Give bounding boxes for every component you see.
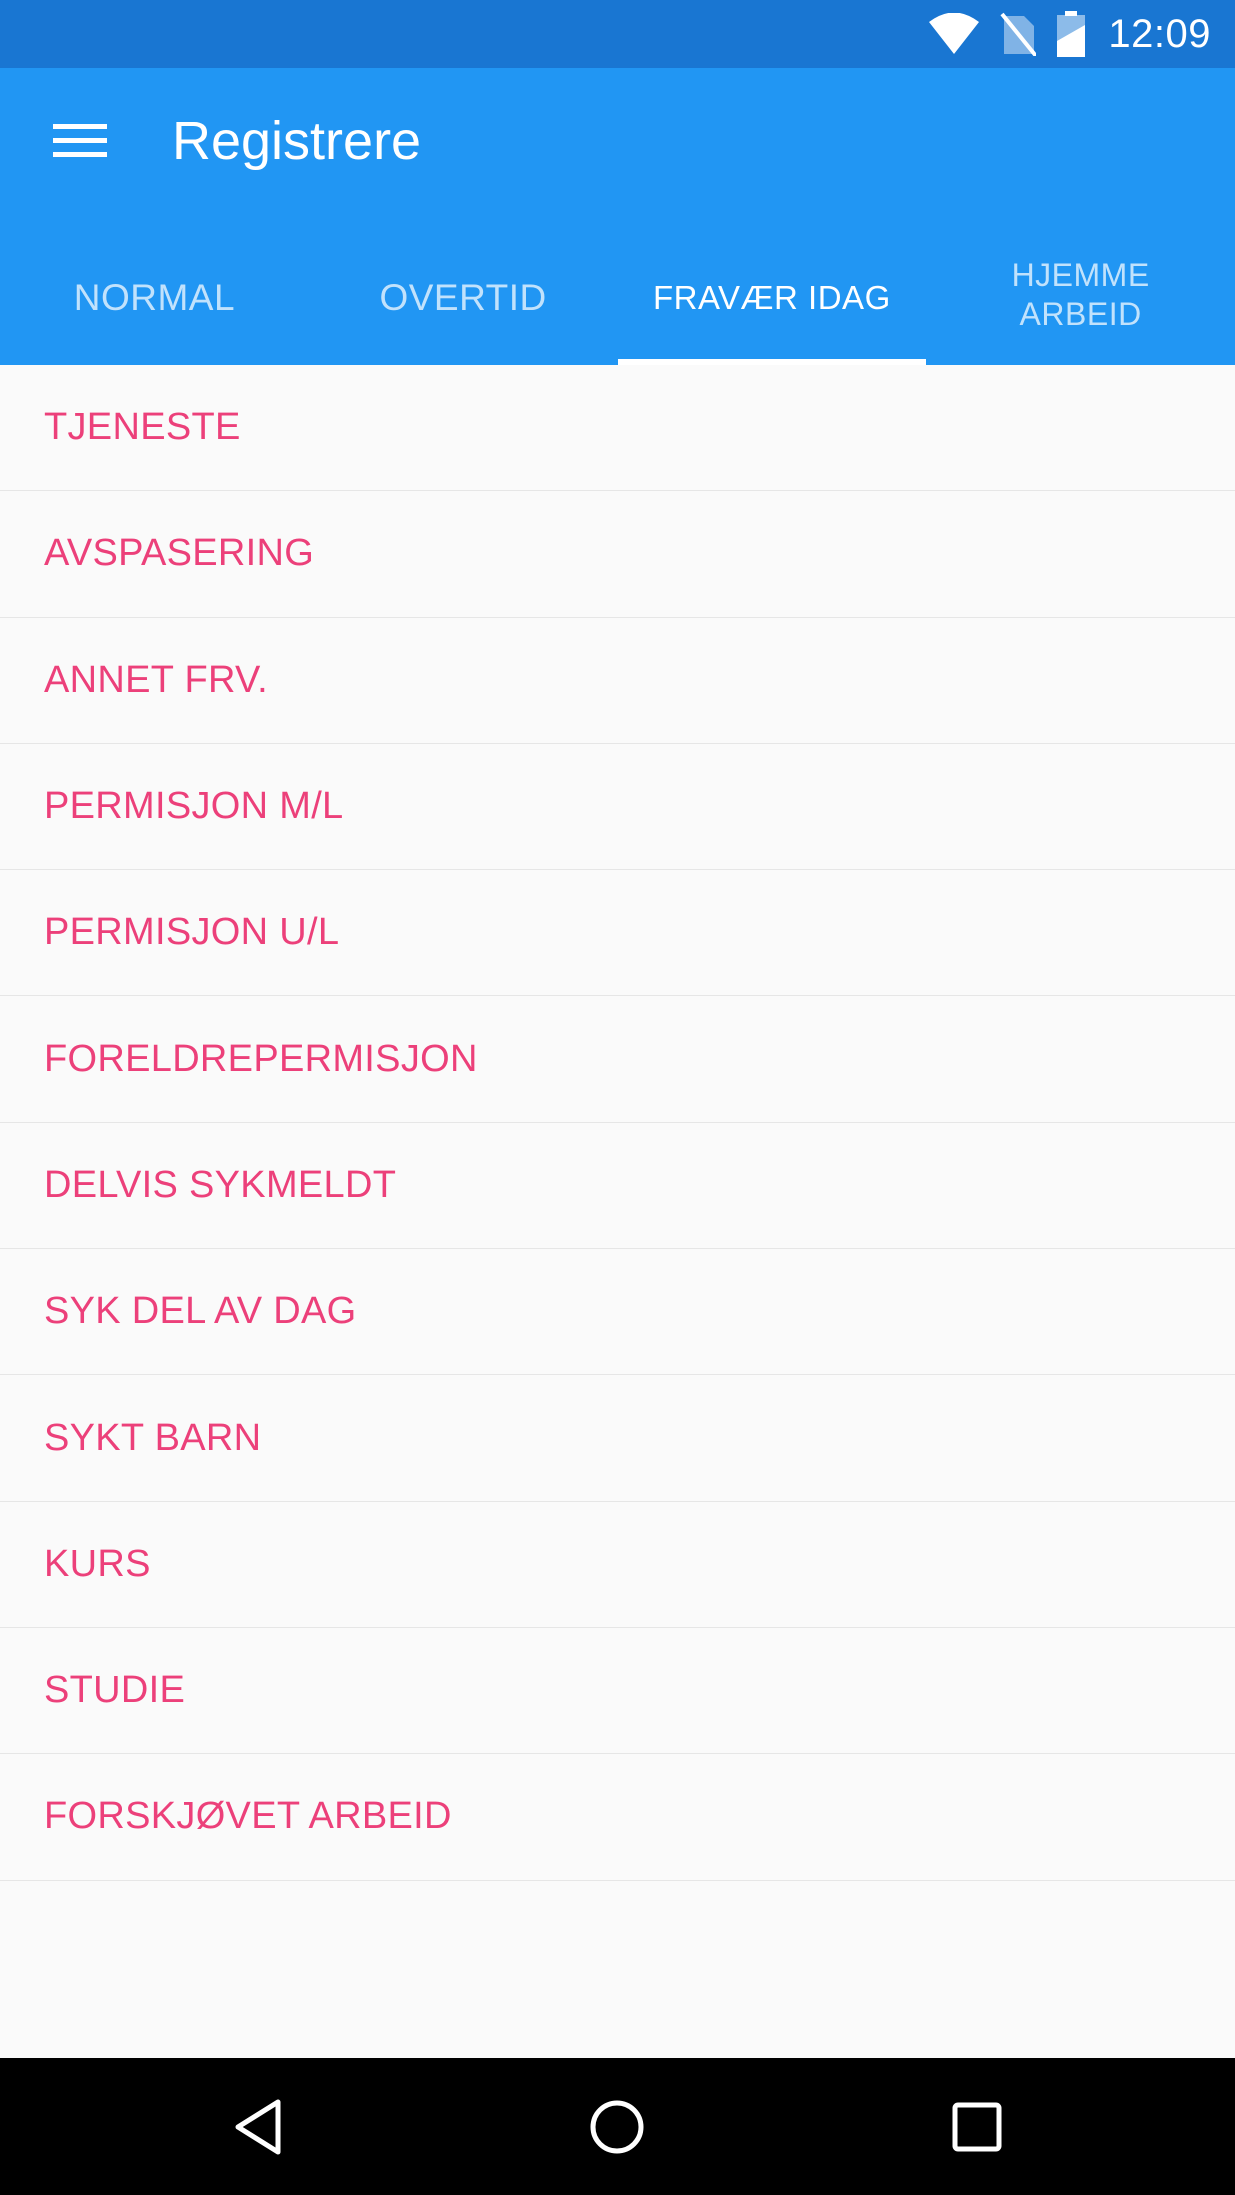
list-item[interactable]: SYK DEL AV DAG — [0, 1249, 1235, 1376]
screen: 12:09 Registrere NORMAL OVERTID FRAVÆR I… — [0, 0, 1235, 2195]
list-item-label: FORELDREPERMISJON — [44, 1037, 478, 1080]
list-item-label: KURS — [44, 1542, 151, 1585]
list-item[interactable]: STUDIE — [0, 1627, 1235, 1755]
tab-normal[interactable]: NORMAL — [0, 231, 309, 365]
tab-label: NORMAL — [73, 277, 236, 318]
tab-label: OVERTID — [379, 277, 547, 318]
list-item[interactable]: ANNET FRV. — [0, 617, 1235, 744]
tab-overtid[interactable]: OVERTID — [309, 231, 618, 365]
status-time: 12:09 — [1108, 11, 1211, 56]
tab-label-line1: HJEMME — [1011, 257, 1150, 293]
absence-type-list: TJENESTE AVSPASERING ANNET FRV. PERMISJO… — [0, 365, 1235, 1881]
tab-hjemme-arbeid[interactable]: HJEMME ARBEID — [926, 231, 1235, 365]
list-item[interactable]: PERMISJON M/L — [0, 743, 1235, 871]
app-bar: Registrere NORMAL OVERTID FRAVÆR IDAG HJ… — [0, 68, 1235, 365]
list-item[interactable]: SYKT BARN — [0, 1375, 1235, 1502]
list-item[interactable]: FORELDREPERMISJON — [0, 996, 1235, 1123]
list-item[interactable]: DELVIS SYKMELDT — [0, 1122, 1235, 1250]
recents-icon[interactable] — [907, 2058, 1047, 2195]
tab-bar: NORMAL OVERTID FRAVÆR IDAG HJEMME ARBEID — [0, 231, 1235, 365]
hamburger-menu-icon[interactable] — [30, 88, 130, 188]
list-item-label: AVSPASERING — [44, 532, 315, 575]
list-item-label: PERMISJON U/L — [44, 911, 340, 954]
list-item-label: DELVIS SYKMELDT — [44, 1163, 397, 1206]
list-item-label: SYK DEL AV DAG — [44, 1290, 357, 1333]
list-item[interactable]: KURS — [0, 1501, 1235, 1628]
no-sim-icon — [1000, 0, 1037, 68]
tab-label-line2: ARBEID — [1019, 296, 1142, 332]
wifi-icon — [928, 0, 980, 68]
tab-label: FRAVÆR IDAG — [653, 279, 891, 316]
back-icon[interactable] — [188, 2058, 328, 2195]
navigation-bar — [0, 2058, 1235, 2195]
status-bar: 12:09 — [0, 0, 1235, 68]
list-item[interactable]: AVSPASERING — [0, 491, 1235, 618]
home-icon[interactable] — [547, 2058, 687, 2195]
tab-fravaer-idag[interactable]: FRAVÆR IDAG — [617, 231, 927, 365]
battery-charging-icon — [1056, 0, 1086, 68]
list-item-label: STUDIE — [44, 1669, 186, 1712]
list-item[interactable]: FORSKJØVET ARBEID — [0, 1754, 1235, 1881]
page-title: Registrere — [172, 111, 422, 171]
list-item-label: SYKT BARN — [44, 1416, 262, 1459]
tab-label: HJEMME ARBEID — [1012, 256, 1150, 334]
toolbar: Registrere — [0, 68, 1235, 231]
list-item-label: FORSKJØVET ARBEID — [44, 1795, 452, 1838]
list-item-label: TJENESTE — [44, 406, 241, 449]
list-item-label: PERMISJON M/L — [44, 785, 344, 828]
list-item-label: ANNET FRV. — [44, 658, 269, 701]
list-item[interactable]: TJENESTE — [0, 365, 1235, 492]
list-item[interactable]: PERMISJON U/L — [0, 870, 1235, 997]
